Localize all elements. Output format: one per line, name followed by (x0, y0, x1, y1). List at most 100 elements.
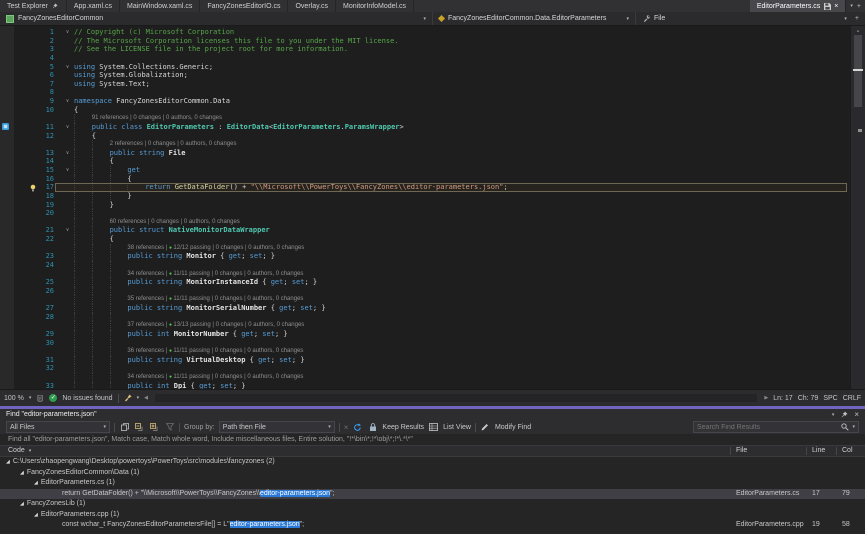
code-line[interactable]: 5∨using System.Collections.Generic; (0, 63, 851, 72)
expander-icon[interactable]: ◢ (34, 480, 38, 486)
code-line[interactable]: 12{ (0, 132, 851, 141)
expand-all-icon[interactable] (149, 422, 160, 433)
code-column-header[interactable]: Code ▾ (8, 446, 31, 456)
pin-icon[interactable] (51, 2, 59, 10)
save-icon[interactable] (823, 2, 831, 10)
codelens-row[interactable]: 38 references | ● 12/12 passing | 0 chan… (0, 244, 851, 253)
code-line[interactable]: 17return GetDataFolder() + "\\Microsoft\… (0, 183, 851, 192)
find-result-file[interactable]: ◢EditorParameters.cs (1) (0, 478, 865, 489)
code-line[interactable]: 28 (0, 313, 851, 322)
tab-test-explorer[interactable]: Test Explorer (0, 0, 67, 12)
codelens-row[interactable]: 34 references | ● 11/11 passing | 0 chan… (0, 270, 851, 279)
codelens-text[interactable]: 36 references | ● 11/11 passing | 0 chan… (127, 348, 303, 354)
breakpoint-margin[interactable] (0, 235, 14, 244)
scroll-right-icon[interactable]: ▶ (764, 395, 768, 401)
lock-icon[interactable] (367, 422, 378, 433)
code-line[interactable]: 19} (0, 201, 851, 210)
code-line[interactable]: 21∨public struct NativeMonitorDataWrappe… (0, 226, 851, 235)
breakpoint-margin[interactable] (0, 132, 14, 141)
code-line[interactable]: 14{ (0, 157, 851, 166)
breakpoint-margin[interactable] (0, 339, 14, 348)
code-line[interactable]: 16{ (0, 175, 851, 184)
code-line[interactable]: 31public string VirtualDesktop { get; se… (0, 356, 851, 365)
editor-vertical-scrollbar[interactable]: ▲ (850, 26, 865, 389)
scroll-up-icon[interactable]: ▲ (851, 26, 865, 34)
code-line[interactable]: 20 (0, 209, 851, 218)
file-column-header[interactable]: File (736, 446, 747, 455)
codelens-text[interactable]: 37 references | ● 13/13 passing | 0 chan… (127, 322, 304, 328)
code-line[interactable]: 32 (0, 364, 851, 373)
scope-combobox[interactable]: All Files ▾ (6, 421, 110, 433)
tab-overlay-cs[interactable]: Overlay.cs (288, 0, 336, 12)
breakpoint-margin[interactable] (0, 287, 14, 296)
zoom-dropdown-icon[interactable]: ▾ (29, 395, 32, 401)
breakpoint-margin[interactable] (0, 209, 14, 218)
search-find-results-input[interactable] (697, 424, 838, 431)
group-by-combobox[interactable]: Path then File ▾ (219, 421, 335, 433)
document-well-dropdown-icon[interactable]: ▾ (850, 3, 853, 9)
list-view-label[interactable]: List View (443, 424, 471, 431)
project-dropdown[interactable]: FancyZonesEditorCommon ▾ (0, 12, 433, 25)
breakpoint-margin[interactable] (0, 382, 14, 389)
breakpoint-margin[interactable] (0, 295, 14, 304)
breakpoint-margin[interactable] (0, 356, 14, 365)
code-line[interactable]: 24 (0, 261, 851, 270)
code-line[interactable]: 6using System.Globalization; (0, 71, 851, 80)
breakpoint-margin[interactable] (0, 71, 14, 80)
nav-add-icon[interactable]: + (855, 15, 859, 22)
code-line[interactable]: 33public int Dpi { get; set; } (0, 382, 851, 389)
breakpoint-margin[interactable] (0, 45, 14, 54)
tab-active-document[interactable]: EditorParameters.cs × (750, 0, 847, 12)
member-dropdown[interactable]: File ▾ + (636, 12, 865, 25)
code-line[interactable]: 7using System.Text; (0, 80, 851, 89)
code-line[interactable]: 26 (0, 287, 851, 296)
modify-find-label[interactable]: Modify Find (495, 424, 531, 431)
clear-results-icon[interactable]: × (344, 423, 349, 432)
fold-chevron-icon[interactable]: ∨ (61, 28, 74, 37)
breakpoint-margin[interactable] (0, 183, 14, 192)
chevron-down-icon[interactable]: ▾ (852, 424, 855, 430)
fold-chevron-icon[interactable]: ∨ (61, 123, 74, 132)
breakpoint-margin[interactable] (0, 114, 14, 123)
char-indicator[interactable]: Ch: 79 (798, 395, 819, 402)
breakpoint-margin[interactable] (0, 373, 14, 382)
copy-icon[interactable] (119, 422, 130, 433)
code-cleanup-broom-icon[interactable] (124, 394, 132, 402)
bookmark-icon[interactable] (2, 123, 9, 130)
expander-icon[interactable]: ◢ (6, 459, 10, 465)
codelens-text[interactable]: 91 references | 0 changes | 0 authors, 0… (92, 115, 222, 121)
breakpoint-margin[interactable] (0, 192, 14, 201)
document-health-icon[interactable] (36, 394, 44, 402)
expander-icon[interactable]: ◢ (20, 470, 24, 476)
fold-chevron-icon[interactable]: ∨ (61, 226, 74, 235)
code-line[interactable]: 10{ (0, 106, 851, 115)
tab-mainwindow-xaml-cs[interactable]: MainWindow.xaml.cs (120, 0, 200, 12)
breakpoint-margin[interactable] (0, 140, 14, 149)
code-editor[interactable]: 1∨// Copyright (c) Microsoft Corporation… (0, 26, 865, 389)
broom-dropdown-icon[interactable]: ▾ (137, 395, 140, 401)
zoom-level[interactable]: 100 % (4, 395, 24, 402)
breakpoint-margin[interactable] (0, 252, 14, 261)
breakpoint-margin[interactable] (0, 88, 14, 97)
pencil-icon[interactable] (480, 422, 491, 433)
code-line[interactable]: 3// See the LICENSE file in the project … (0, 45, 851, 54)
fold-chevron-icon[interactable]: ∨ (61, 149, 74, 158)
collapse-all-icon[interactable] (134, 422, 145, 433)
breakpoint-margin[interactable] (0, 175, 14, 184)
codelens-row[interactable]: 91 references | 0 changes | 0 authors, 0… (0, 114, 851, 123)
new-tab-icon[interactable]: + (857, 3, 861, 10)
codelens-row[interactable]: 36 references | ● 11/11 passing | 0 chan… (0, 347, 851, 356)
tab-monitorinfomodel-cs[interactable]: MonitorInfoModel.cs (336, 0, 414, 12)
breakpoint-margin[interactable] (0, 97, 14, 106)
breakpoint-margin[interactable] (0, 270, 14, 279)
fold-chevron-icon[interactable]: ∨ (61, 166, 74, 175)
filter-icon[interactable] (164, 422, 175, 433)
codelens-row[interactable]: 34 references | ● 11/11 passing | 0 chan… (0, 373, 851, 382)
code-line[interactable]: 13∨public string File (0, 149, 851, 158)
code-line[interactable]: 8 (0, 88, 851, 97)
col-column-header[interactable]: Col (842, 446, 853, 455)
horizontal-scrollbar[interactable] (155, 394, 757, 402)
codelens-text[interactable]: 38 references | ● 12/12 passing | 0 chan… (127, 245, 304, 251)
close-tab-icon[interactable]: × (834, 3, 838, 10)
find-result-file[interactable]: ◢EditorParameters.cpp (1) (0, 510, 865, 521)
